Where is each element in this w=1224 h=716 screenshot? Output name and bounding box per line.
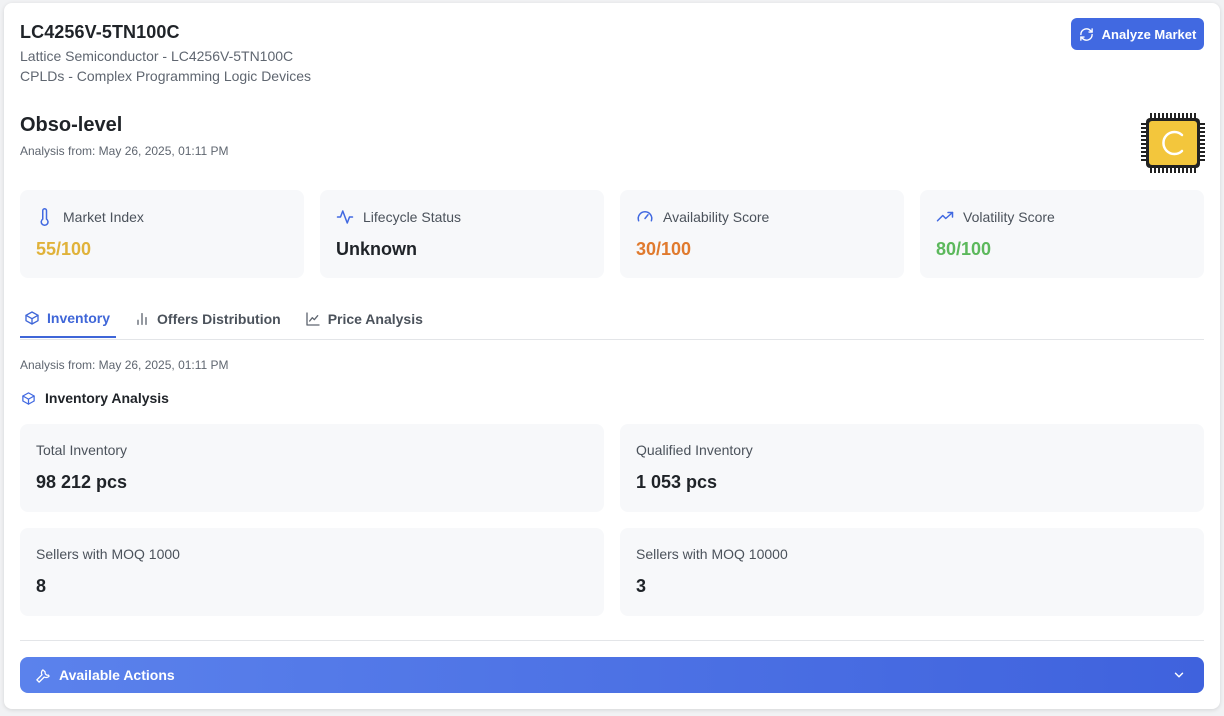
activity-icon [336, 210, 354, 224]
metric-volatility-score: Volatility Score 80/100 [920, 190, 1204, 278]
available-actions-label: Available Actions [59, 667, 175, 683]
part-number-title: LC4256V-5TN100C [20, 22, 180, 42]
chip-icon [1141, 113, 1205, 173]
total-inventory-card: Total Inventory 98 212 pcs [20, 424, 604, 512]
tabs-divider [20, 339, 1204, 340]
inventory-section-title: Inventory Analysis [21, 390, 169, 406]
gauge-icon [637, 211, 653, 222]
metric-label: Lifecycle Status [363, 209, 462, 225]
tab-label: Offers Distribution [157, 311, 281, 327]
metric-value: 55/100 [36, 239, 92, 259]
inventory-label: Total Inventory [36, 442, 128, 458]
tab-offers-distribution[interactable]: Offers Distribution [130, 310, 287, 338]
metric-label: Market Index [63, 209, 144, 225]
bar-chart-icon [137, 313, 147, 325]
actions-divider [20, 640, 1204, 641]
category-line: CPLDs - Complex Programming Logic Device… [20, 68, 311, 84]
refresh-icon [1079, 27, 1093, 41]
inventory-label: Sellers with MOQ 1000 [36, 546, 180, 562]
inventory-analysis-date: Analysis from: May 26, 2025, 01:11 PM [20, 358, 229, 372]
sellers-moq-10000-card: Sellers with MOQ 10000 3 [620, 528, 1204, 616]
line-chart-icon [306, 312, 320, 326]
metric-value: 80/100 [936, 239, 992, 259]
section-title-label: Inventory Analysis [45, 390, 169, 406]
tab-label: Inventory [47, 310, 111, 326]
metric-lifecycle-status: Lifecycle Status Unknown [320, 190, 604, 278]
box-icon [22, 391, 35, 405]
thermometer-icon [40, 208, 49, 226]
metric-availability-score: Availability Score 30/100 [620, 190, 904, 278]
metric-label: Volatility Score [963, 209, 1055, 225]
market-analysis-card: LC4256V-5TN100C Lattice Semiconductor - … [4, 3, 1220, 709]
inventory-value: 98 212 pcs [36, 472, 128, 492]
tab-bar: Inventory Offers Distribution Price Anal… [20, 310, 443, 338]
available-actions-toggle[interactable]: Available Actions [20, 657, 1204, 693]
inventory-label: Sellers with MOQ 10000 [636, 546, 788, 562]
chevron-down-icon [1174, 672, 1184, 678]
trending-up-icon [936, 211, 954, 222]
metric-value: 30/100 [636, 239, 692, 259]
analyze-market-label: Analyze Market [1101, 26, 1197, 42]
analyze-market-button[interactable]: Analyze Market [1071, 18, 1204, 50]
tab-price-analysis[interactable]: Price Analysis [301, 310, 429, 338]
box-icon [25, 311, 39, 325]
inventory-label: Qualified Inventory [636, 442, 753, 458]
sellers-moq-1000-card: Sellers with MOQ 1000 8 [20, 528, 604, 616]
analysis-date: Analysis from: May 26, 2025, 01:11 PM [20, 144, 229, 158]
inventory-value: 3 [636, 576, 647, 596]
inventory-value: 1 053 pcs [636, 472, 718, 492]
metric-value: Unknown [336, 239, 417, 259]
obsolescence-level: Obso-level [20, 114, 123, 136]
tab-label: Price Analysis [327, 311, 423, 327]
tab-inventory[interactable]: Inventory [20, 310, 117, 338]
manufacturer-line: Lattice Semiconductor - LC4256V-5TN100C [20, 48, 294, 64]
inventory-value: 8 [36, 576, 47, 596]
metric-label: Availability Score [663, 209, 770, 225]
metric-market-index: Market Index 55/100 [20, 190, 304, 278]
qualified-inventory-card: Qualified Inventory 1 053 pcs [620, 424, 1204, 512]
wrench-icon [36, 668, 50, 683]
